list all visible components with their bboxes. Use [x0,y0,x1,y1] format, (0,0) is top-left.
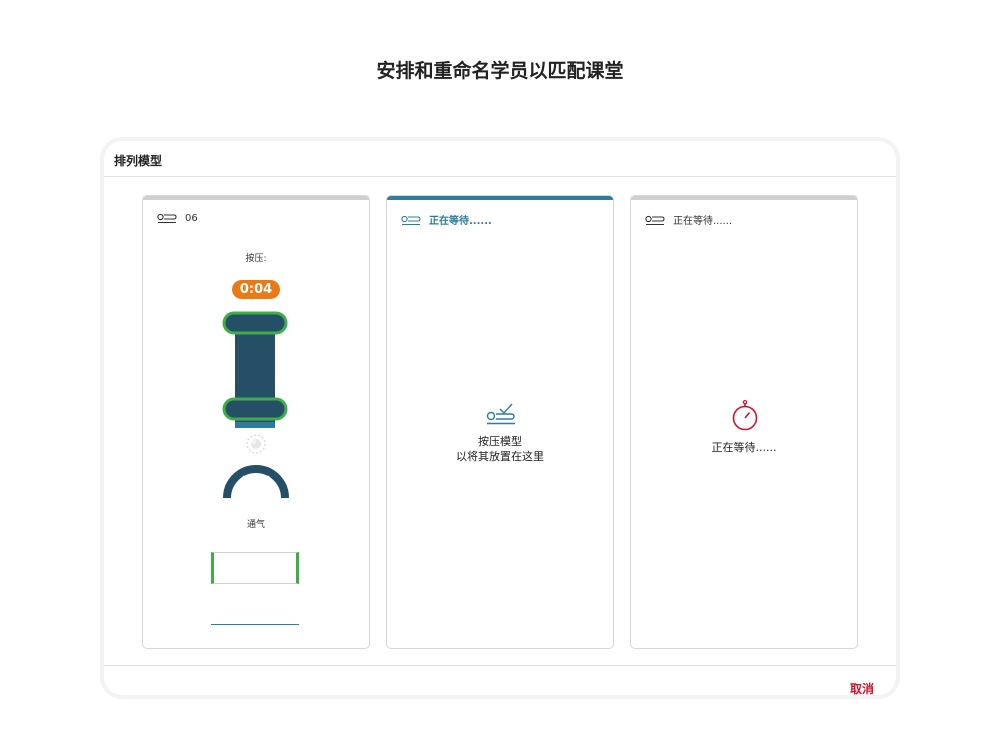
slot-status-bar [387,196,613,200]
dialog-body: 排列模型 06 按压: 0:04 通气 正在等待...... 按压模型 以将其放… [104,141,896,695]
compression-depth-graphic [222,311,288,428]
hand-position-icon [246,434,266,454]
slot-instruction-line1: 按压模型 [478,435,522,448]
dialog-footer-divider [104,665,896,666]
slot-status-bar [631,196,857,200]
slot-header: 正在等待...... [645,212,732,227]
page-title: 安排和重命名学员以匹配课堂 [376,60,624,82]
manikin-slot-2[interactable]: 正在等待...... 按压模型 以将其放置在这里 [386,195,614,649]
cancel-button[interactable]: 取消 [850,680,874,695]
slot-header: 正在等待...... [401,212,492,227]
compression-label: 按压: [245,254,267,264]
slot-manikin-id[interactable]: 06 [185,213,198,224]
dialog-header: 排列模型 [104,141,896,177]
slot-instruction-line2: 以将其放置在这里 [456,450,544,463]
slot-status-bar [143,196,369,200]
slot-header: 06 [157,212,198,224]
manikin-slot-3[interactable]: 正在等待...... 正在等待...... [630,195,858,649]
dialog-title: 排列模型 [114,154,163,168]
mannequin-icon [401,214,421,226]
mannequin-icon [157,212,177,224]
slot-status-label: 正在等待...... [429,216,492,227]
slot-status-label: 正在等待...... [673,216,733,227]
ventilation-volume-box [211,552,299,584]
mannequin-icon [645,214,665,226]
slot-underline [211,624,299,625]
ventilation-gauge [223,465,289,499]
arrange-dialog: 排列模型 06 按压: 0:04 通气 正在等待...... 按压模型 以将其放… [100,137,900,699]
ventilation-label: 通气 [246,520,265,530]
manikin-slot-1[interactable]: 06 按压: 0:04 通气 [142,195,370,649]
stopwatch-icon [732,400,758,431]
compress-check-icon [486,403,515,425]
compression-timer: 0:04 [231,280,281,299]
slot-waiting-message: 正在等待...... [711,441,777,454]
